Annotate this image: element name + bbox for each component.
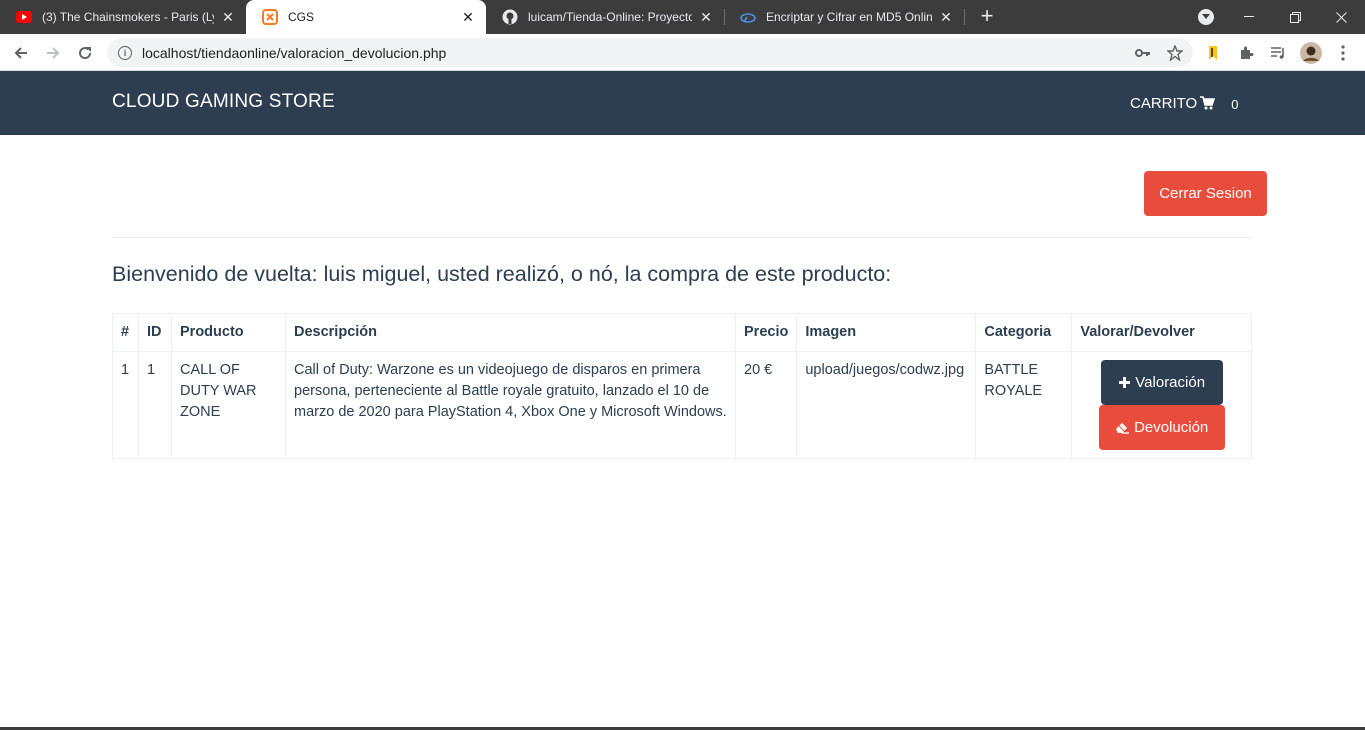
new-tab-button[interactable]: + [975, 5, 999, 29]
extensions-puzzle-icon[interactable] [1233, 40, 1259, 66]
cart-count: 0 [1231, 97, 1239, 112]
column-header-valorar: Valorar/Devolver [1071, 313, 1252, 352]
tab-cgs[interactable]: CGS ✕ [246, 0, 486, 34]
media-queue-icon[interactable] [1265, 40, 1291, 66]
table-row: 1 1 CALL OF DUTY WAR ZONE Call of Duty: … [112, 351, 1252, 459]
cell-id: 1 [138, 351, 172, 459]
github-icon [502, 9, 518, 25]
valoracion-button[interactable]: Valoración [1100, 360, 1223, 405]
minimize-icon[interactable] [1226, 0, 1272, 34]
close-tab-icon[interactable]: ✕ [938, 9, 954, 25]
plus-icon [1118, 376, 1131, 389]
cell-imagen: upload/juegos/codwz.jpg [796, 351, 977, 459]
reload-icon[interactable] [72, 40, 98, 66]
cart-label: CARRITO [1130, 94, 1198, 112]
back-arrow-icon[interactable] [8, 40, 34, 66]
tab-youtube[interactable]: (3) The Chainsmokers - Paris (Lyri ✕ [0, 0, 246, 34]
devolucion-label: Devolución [1134, 419, 1209, 436]
close-tab-icon[interactable]: ✕ [460, 9, 476, 25]
column-header-precio: Precio [734, 313, 798, 352]
cell-categoria: BATTLE ROYALE [975, 351, 1073, 459]
cell-producto: CALL OF DUTY WAR ZONE [171, 351, 286, 459]
tab-github[interactable]: luicam/Tienda-Online: Proyecto i ✕ [486, 0, 724, 34]
address-bar[interactable]: i localhost/tiendaonline/valoracion_devo… [107, 38, 1193, 67]
eraser-icon [1115, 421, 1130, 434]
logout-button[interactable]: Cerrar Sesion [1144, 171, 1267, 216]
column-header-descripcion: Descripción [285, 313, 736, 352]
products-table: # ID Producto Descripción Precio Imagen … [112, 313, 1252, 459]
forward-arrow-icon[interactable] [40, 40, 66, 66]
menu-dots-icon[interactable] [1330, 40, 1356, 66]
avatar[interactable] [1298, 40, 1324, 66]
key-icon[interactable] [1133, 43, 1153, 63]
shopping-cart-icon [1200, 96, 1216, 110]
column-header-num: # [112, 313, 139, 352]
bookmark-extension-icon[interactable] [1200, 40, 1226, 66]
tab-md5[interactable]: Encriptar y Cifrar en MD5 Online ✕ [724, 0, 964, 34]
column-header-id: ID [138, 313, 172, 352]
tab-separator [964, 9, 965, 25]
site-navbar: CLOUD GAMING STORE CARRITO 0 [0, 71, 1365, 135]
devolucion-button[interactable]: Devolución [1098, 405, 1225, 450]
brand-logo[interactable]: CLOUD GAMING STORE [112, 91, 335, 113]
page-title: Bienvenido de vuelta: luis miguel, usted… [112, 262, 892, 286]
youtube-icon [16, 9, 32, 25]
cloud-icon [740, 9, 756, 25]
url-text: localhost/tiendaonline/valoracion_devolu… [142, 44, 447, 61]
column-header-imagen: Imagen [796, 313, 977, 352]
cell-precio: 20 € [734, 351, 798, 459]
cell-actions: Valoración Devolución [1071, 351, 1252, 459]
close-tab-icon[interactable]: ✕ [698, 9, 714, 25]
column-header-producto: Producto [171, 313, 286, 352]
table-header-row: # ID Producto Descripción Precio Imagen … [112, 313, 1252, 352]
browser-tab-bar: (3) The Chainsmokers - Paris (Lyri ✕ CGS… [0, 0, 1365, 34]
divider [112, 237, 1252, 238]
column-header-categoria: Categoria [975, 313, 1073, 352]
cart-link[interactable]: CARRITO 0 [1130, 94, 1239, 113]
cell-num: 1 [112, 351, 139, 459]
close-tab-icon[interactable]: ✕ [220, 9, 236, 25]
tab-search-icon[interactable] [1198, 9, 1214, 25]
star-icon[interactable] [1165, 43, 1185, 63]
restore-icon[interactable] [1272, 0, 1318, 34]
xampp-icon [262, 9, 278, 25]
close-window-icon[interactable] [1318, 0, 1364, 34]
valoracion-label: Valoración [1135, 374, 1206, 391]
browser-toolbar: i localhost/tiendaonline/valoracion_devo… [0, 34, 1365, 71]
info-icon[interactable]: i [118, 45, 132, 60]
cell-descripcion: Call of Duty: Warzone es un videojuego d… [285, 351, 736, 459]
